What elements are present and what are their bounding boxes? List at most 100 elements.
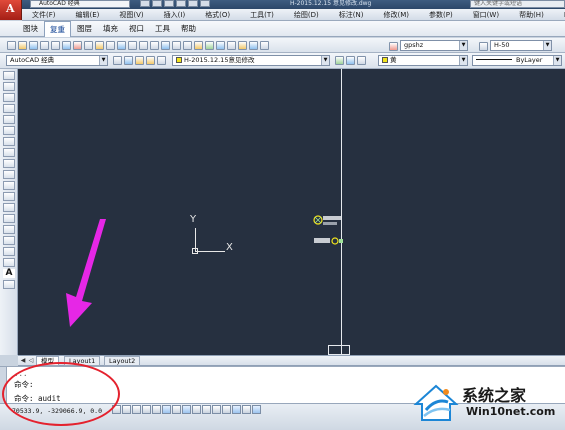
copy-icon[interactable] <box>84 41 93 50</box>
grid-display-icon[interactable] <box>132 405 141 414</box>
menu-modify[interactable]: 修改(M) <box>373 10 419 20</box>
layer-manager-icon[interactable] <box>124 56 133 65</box>
ellipse-arc-icon[interactable] <box>3 181 15 190</box>
polar-tracking-icon[interactable] <box>152 405 161 414</box>
menu-edit[interactable]: 编辑(E) <box>66 10 110 20</box>
revision-cloud-icon[interactable] <box>3 148 15 157</box>
help-icon[interactable] <box>260 41 269 50</box>
rectangle-icon[interactable] <box>3 115 15 124</box>
polygon-icon[interactable] <box>3 104 15 113</box>
zoom-previous-icon[interactable] <box>183 41 192 50</box>
model-space-icon[interactable] <box>252 405 261 414</box>
sheet-set-icon[interactable] <box>227 41 236 50</box>
construction-line-icon[interactable] <box>3 82 15 91</box>
markup-icon[interactable] <box>238 41 247 50</box>
qa-undo-icon[interactable] <box>176 0 186 7</box>
menu-format[interactable]: 格式(O) <box>195 10 240 20</box>
text-style-select[interactable]: gpshz ▼ <box>400 40 468 51</box>
layer-freeze-icon[interactable] <box>146 56 155 65</box>
menu-view[interactable]: 视图(V) <box>109 10 153 20</box>
arc-icon[interactable] <box>3 126 15 135</box>
quickcalc-icon[interactable] <box>249 41 258 50</box>
qa-redo-icon[interactable] <box>188 0 198 7</box>
menu-help[interactable]: 帮助(H) <box>509 10 554 20</box>
point-icon[interactable] <box>3 214 15 223</box>
object-snap-tracking-icon[interactable] <box>182 405 191 414</box>
multiline-text-icon[interactable]: A <box>3 269 15 278</box>
make-current-layer-icon[interactable] <box>335 56 344 65</box>
workspace-select[interactable]: AutoCAD 经典 ▼ <box>6 55 108 66</box>
tab-block[interactable]: 图块 <box>18 21 43 36</box>
quick-properties-icon[interactable] <box>232 405 241 414</box>
dynamic-ucs-icon[interactable] <box>192 405 201 414</box>
tab-hatch[interactable]: 填充 <box>98 21 123 36</box>
menu-parametric[interactable]: 参数(P) <box>419 10 463 20</box>
pan-icon[interactable] <box>150 41 159 50</box>
cut-icon[interactable] <box>73 41 82 50</box>
tab-layout2[interactable]: Layout2 <box>104 356 141 366</box>
qa-plot-icon[interactable] <box>200 0 210 7</box>
line-icon[interactable] <box>3 71 15 80</box>
match-properties-icon[interactable] <box>106 41 115 50</box>
paste-icon[interactable] <box>95 41 104 50</box>
linetype-select[interactable]: ByLayer ▼ <box>472 55 562 66</box>
layer-states-icon[interactable] <box>357 56 366 65</box>
design-center-icon[interactable] <box>205 41 214 50</box>
new-icon[interactable] <box>7 41 16 50</box>
preview-icon[interactable] <box>51 41 60 50</box>
menu-window[interactable]: 窗口(W) <box>463 10 509 20</box>
publish-icon[interactable] <box>62 41 71 50</box>
drawing-object-1[interactable] <box>312 213 342 227</box>
tool-palettes-icon[interactable] <box>216 41 225 50</box>
layer-lock-icon[interactable] <box>157 56 166 65</box>
tab-repeat[interactable]: 复重 <box>44 20 71 37</box>
block-editor-icon[interactable] <box>117 41 126 50</box>
open-icon[interactable] <box>18 41 27 50</box>
make-block-icon[interactable] <box>3 203 15 212</box>
properties-icon[interactable] <box>194 41 203 50</box>
layer-on-icon[interactable] <box>135 56 144 65</box>
lineweight-icon[interactable] <box>212 405 221 414</box>
color-select[interactable]: 黄 ▼ <box>378 55 468 66</box>
zoom-window-icon[interactable] <box>172 41 181 50</box>
transparency-icon[interactable] <box>222 405 231 414</box>
zoom-realtime-icon[interactable] <box>161 41 170 50</box>
workspace-settings-icon[interactable] <box>113 56 122 65</box>
qa-open-icon[interactable] <box>152 0 162 7</box>
menu-express[interactable]: Express <box>554 11 565 19</box>
search-input[interactable]: 键入关键字或短语 <box>470 0 565 8</box>
drawing-canvas[interactable]: Y X <box>18 69 565 355</box>
menu-file[interactable]: 文件(F) <box>22 10 66 20</box>
ortho-mode-icon[interactable] <box>142 405 151 414</box>
circle-icon[interactable] <box>3 137 15 146</box>
hatch-icon[interactable] <box>3 225 15 234</box>
application-menu-button[interactable]: A <box>0 0 22 20</box>
prev-tab-icon[interactable]: ◁ <box>27 357 35 365</box>
tab-viewport[interactable]: 视口 <box>124 21 149 36</box>
dim-style-select[interactable]: H-50 ▼ <box>490 40 552 51</box>
print-icon[interactable] <box>40 41 49 50</box>
gradient-icon[interactable] <box>3 236 15 245</box>
region-icon[interactable] <box>3 247 15 256</box>
menu-insert[interactable]: 插入(I) <box>154 10 196 20</box>
tab-tools[interactable]: 工具 <box>150 21 175 36</box>
tab-help[interactable]: 帮助 <box>176 21 201 36</box>
workspace-field[interactable]: AutoCAD 经典 <box>30 0 130 8</box>
save-icon[interactable] <box>29 41 38 50</box>
tab-layer[interactable]: 图层 <box>72 21 97 36</box>
polyline-icon[interactable] <box>3 93 15 102</box>
object-snap-icon[interactable] <box>162 405 171 414</box>
menu-draw[interactable]: 绘图(D) <box>284 10 329 20</box>
insert-block-icon[interactable] <box>3 192 15 201</box>
menu-dimension[interactable]: 标注(N) <box>329 10 374 20</box>
drawing-object-2[interactable] <box>314 236 344 246</box>
qa-save-icon[interactable] <box>164 0 174 7</box>
add-selected-icon[interactable] <box>3 280 15 289</box>
undo-icon[interactable] <box>128 41 137 50</box>
menu-tools[interactable]: 工具(T) <box>240 10 284 20</box>
selection-cycling-icon[interactable] <box>242 405 251 414</box>
snap-mode-icon[interactable] <box>122 405 131 414</box>
first-tab-icon[interactable]: ◀ <box>19 357 27 365</box>
spline-icon[interactable] <box>3 159 15 168</box>
layer-previous-icon[interactable] <box>346 56 355 65</box>
